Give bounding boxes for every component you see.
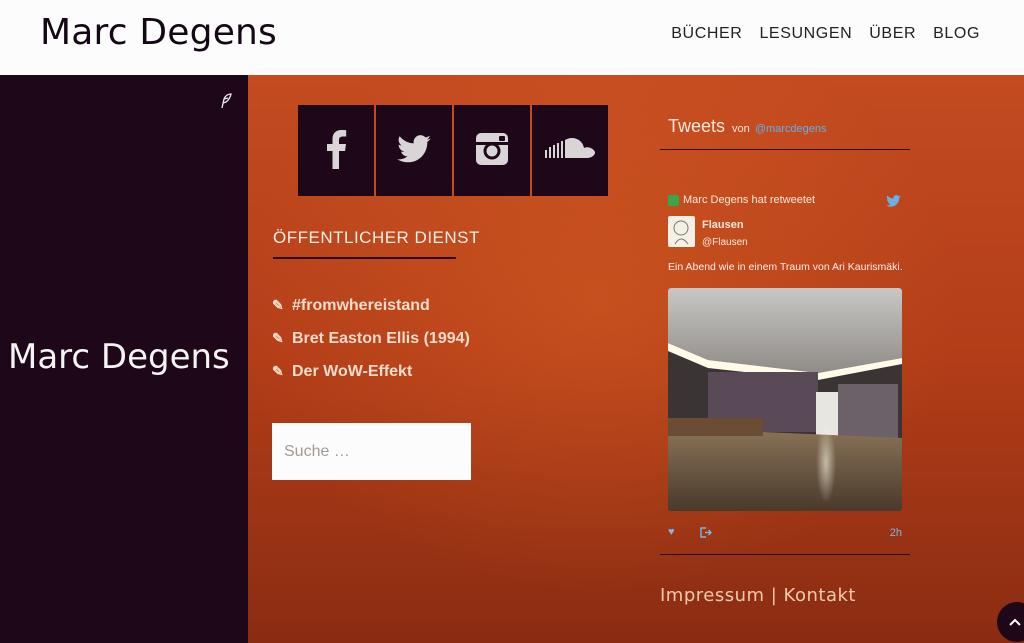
soundcloud-link[interactable]	[532, 105, 608, 196]
tweet-author-name[interactable]: Flausen	[702, 219, 744, 231]
main-nav: BÜCHER LESUNGEN ÜBER BLOG	[671, 25, 980, 43]
feather-icon[interactable]	[220, 93, 232, 113]
section-divider	[273, 257, 456, 259]
tweet-author-username[interactable]: @Flausen	[702, 237, 748, 248]
retweet-text: Marc Degens hat retweetet	[683, 194, 816, 206]
main-content: ÖFFENTLICHER DIENST ✎ #fromwhereistand ✎…	[248, 75, 1024, 643]
post-list: ✎ #fromwhereistand ✎ Bret Easton Ellis (…	[272, 289, 470, 388]
post-title[interactable]: Bret Easton Ellis (1994)	[292, 330, 470, 348]
soundcloud-icon	[545, 136, 595, 166]
footer-links[interactable]: Impressum | Kontakt	[660, 585, 856, 606]
pencil-icon: ✎	[272, 363, 284, 379]
pencil-icon: ✎	[272, 297, 284, 313]
twitter-widget-header: Tweets von @marcdegens	[668, 116, 827, 137]
retweet-label: Marc Degens hat retweetet	[668, 194, 815, 206]
like-heart-icon[interactable]: ♥	[668, 526, 675, 538]
twitter-divider-top	[660, 149, 910, 150]
post-title[interactable]: Der WoW-Effekt	[292, 363, 412, 381]
instagram-link[interactable]	[454, 105, 530, 196]
search-input[interactable]	[272, 423, 471, 480]
nav-ueber[interactable]: ÜBER	[869, 25, 916, 43]
left-sidebar: Marc Degens	[0, 75, 248, 643]
post-link[interactable]: ✎ Der WoW-Effekt	[272, 355, 470, 388]
post-link[interactable]: ✎ #fromwhereistand	[272, 289, 470, 322]
instagram-icon	[475, 132, 509, 170]
facebook-icon	[325, 129, 347, 173]
site-title[interactable]: Marc Degens	[40, 12, 277, 53]
tweets-title: Tweets	[668, 116, 726, 136]
twitter-divider-bottom	[660, 554, 910, 555]
site-header: Marc Degens BÜCHER LESUNGEN ÜBER BLOG	[0, 0, 1024, 75]
tweet-text: Ein Abend wie in einem Traum von Ari Kau…	[668, 261, 903, 273]
nav-buecher[interactable]: BÜCHER	[671, 25, 742, 43]
post-title[interactable]: #fromwhereistand	[292, 297, 430, 315]
nav-blog[interactable]: BLOG	[933, 25, 980, 43]
chevron-up-icon	[1009, 611, 1021, 630]
pencil-icon: ✎	[272, 330, 284, 346]
sidebar-title: Marc Degens	[8, 337, 230, 377]
section-title: ÖFFENTLICHER DIENST	[273, 228, 480, 247]
tweet-timestamp[interactable]: 2h	[890, 527, 902, 539]
tweets-von: von	[732, 123, 750, 135]
retweet-icon	[668, 194, 679, 206]
twitter-handle-link[interactable]: @marcdegens	[755, 123, 827, 135]
tweet-author-avatar[interactable]	[668, 216, 695, 247]
share-icon[interactable]	[700, 527, 712, 541]
twitter-link[interactable]	[376, 105, 452, 196]
tweet-image[interactable]	[668, 288, 902, 511]
twitter-bird-icon[interactable]	[886, 192, 901, 211]
facebook-link[interactable]	[298, 105, 374, 196]
social-links	[298, 105, 608, 196]
tweet-actions: ♥ 2h	[668, 526, 902, 541]
twitter-widget: Tweets von @marcdegens Marc Degens hat r…	[660, 105, 910, 555]
nav-lesungen[interactable]: LESUNGEN	[759, 25, 852, 43]
post-link[interactable]: ✎ Bret Easton Ellis (1994)	[272, 322, 470, 355]
twitter-icon	[397, 134, 431, 167]
